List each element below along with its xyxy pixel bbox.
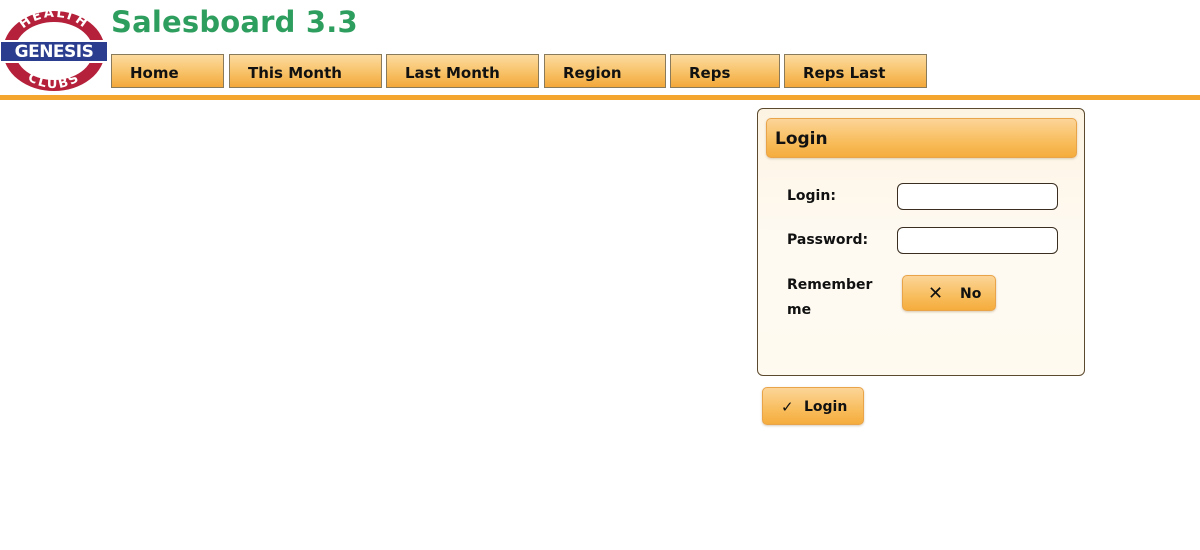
login-panel: Login Login: Password: Remember me ✕ No: [757, 108, 1085, 376]
login-button[interactable]: ✓ Login: [762, 387, 864, 425]
page: HEALTH CLUBS GENESIS Salesboard 3.3 Home…: [0, 0, 1200, 550]
remember-me-label: Remember me: [787, 277, 873, 318]
remember-me-toggle-label: No: [960, 286, 982, 302]
check-icon: ✓: [781, 398, 794, 416]
login-input[interactable]: [897, 183, 1058, 210]
logo-center-text: GENESIS: [15, 42, 94, 62]
tab-reps-last[interactable]: Reps Last: [784, 54, 927, 88]
header-divider: [0, 95, 1200, 100]
app-title: Salesboard 3.3: [111, 5, 358, 39]
password-field-label: Password:: [787, 232, 869, 248]
tab-this-month[interactable]: This Month: [229, 54, 382, 88]
genesis-health-clubs-logo: HEALTH CLUBS GENESIS: [0, 9, 108, 93]
tab-region[interactable]: Region: [544, 54, 666, 88]
x-icon: ✕: [928, 283, 944, 304]
tab-reps[interactable]: Reps: [670, 54, 780, 88]
password-input[interactable]: [897, 227, 1058, 254]
login-button-label: Login: [804, 399, 848, 415]
remember-me-toggle[interactable]: ✕ No: [902, 275, 996, 311]
tab-home[interactable]: Home: [111, 54, 224, 88]
tab-last-month[interactable]: Last Month: [386, 54, 539, 88]
login-field-label: Login:: [787, 188, 836, 204]
login-panel-title: Login: [766, 118, 1077, 158]
